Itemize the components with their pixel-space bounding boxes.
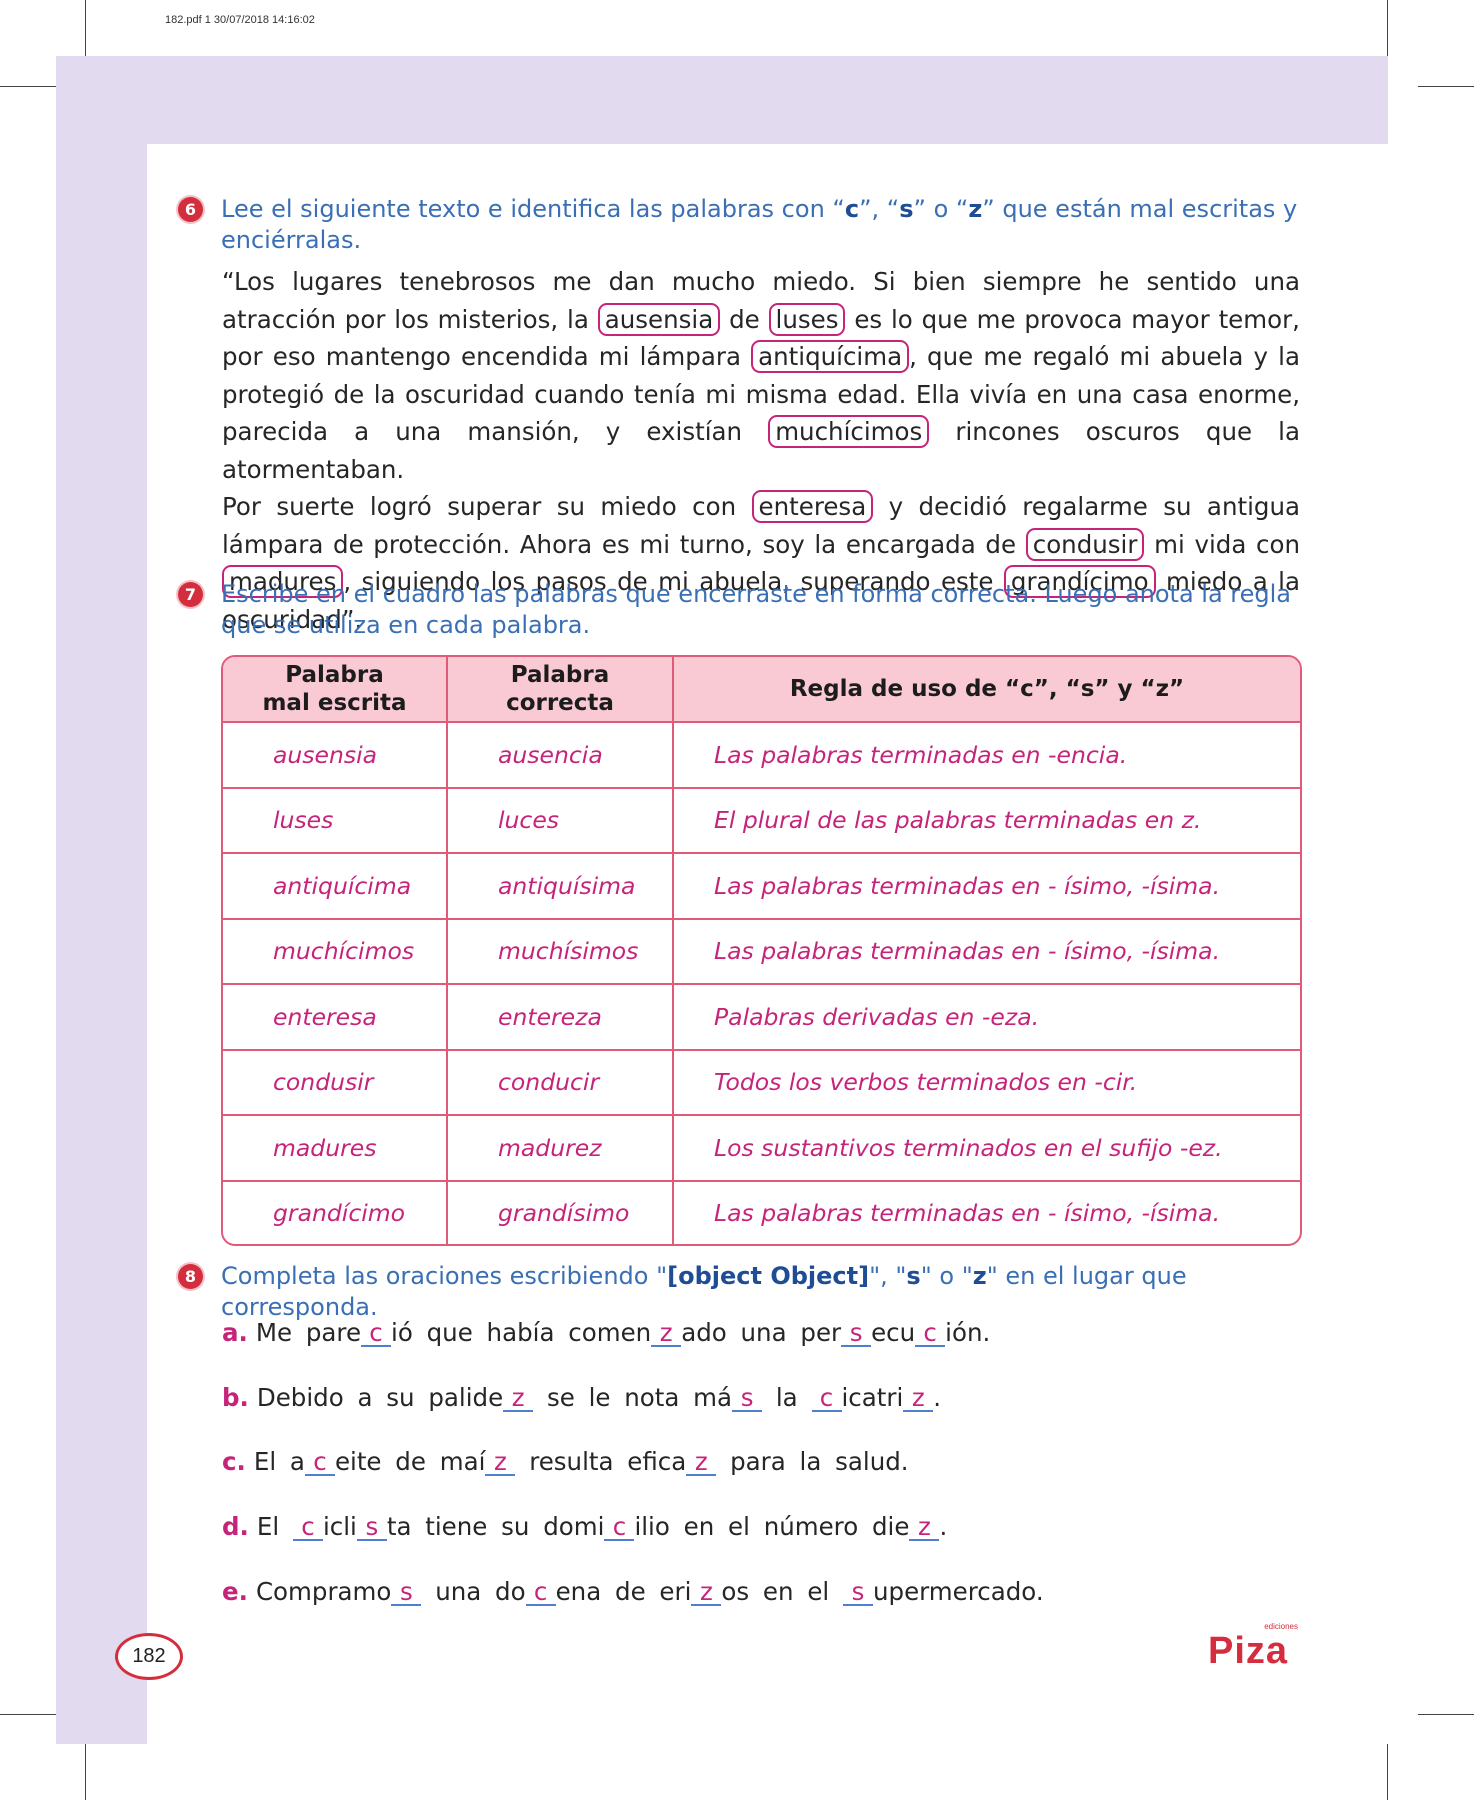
header-correct-word: Palabra correcta: [447, 657, 674, 723]
rule-cell: Palabras derivadas en -eza.: [673, 984, 1300, 1051]
circled-word: antiquícima: [751, 340, 910, 373]
answer-blank[interactable]: c: [604, 1514, 635, 1541]
crop-mark: [85, 0, 86, 56]
answer-blank[interactable]: z: [903, 1385, 934, 1412]
rule-cell: Los sustantivos terminados en el sufijo …: [673, 1115, 1300, 1182]
sentence-e: e. Compramo s una do c ena de eri z os en el s…: [222, 1577, 1044, 1606]
table-row: grandícimo grandísimo Las palabras termina…: [223, 1180, 1300, 1244]
rule-cell: Las palabras terminadas en - ísimo, -ísi…: [714, 1198, 1221, 1227]
wrong-word-cell: muchícimos: [223, 918, 448, 985]
exercise-6-instruction: Lee el siguiente texto e identifica las …: [221, 195, 1298, 254]
sentence-b: b. Debido a su palide z se le nota má s la …: [222, 1383, 942, 1412]
circled-word: enteresa: [751, 490, 874, 523]
crop-mark: [1387, 1744, 1388, 1800]
sentence-a: a. Me pare c ió que había comen z ado una per…: [222, 1318, 991, 1347]
circled-word: condusir: [1025, 527, 1145, 561]
wrong-word-cell: antiquícima: [223, 853, 448, 920]
rule-cell: Las palabras terminadas en - ísimo, -ísi…: [673, 918, 1300, 985]
rule-cell: Las palabras terminadas en -encia.: [673, 722, 1300, 789]
correct-word-cell: entereza: [447, 984, 674, 1051]
answer-blank[interactable]: c: [915, 1320, 946, 1347]
answer-blank[interactable]: z: [503, 1385, 534, 1412]
exercise-8-number: 8: [178, 1264, 203, 1289]
correct-word-cell: muchísimos: [447, 918, 674, 985]
circled-word: luses: [768, 302, 846, 336]
answer-blank[interactable]: z: [909, 1514, 940, 1541]
rule-cell: Las palabras terminadas en - ísimo, -ísi…: [673, 853, 1300, 920]
crop-mark: [1387, 0, 1388, 56]
circled-word: muchícimos: [768, 415, 930, 448]
correct-word-cell: madurez: [447, 1115, 674, 1182]
answer-blank[interactable]: s: [356, 1514, 387, 1541]
wrong-word-cell: condusir: [223, 1049, 448, 1116]
answer-blank[interactable]: c: [292, 1514, 323, 1541]
wrong-word-cell: madures: [223, 1115, 448, 1182]
correct-word-cell: luces: [447, 787, 674, 854]
exercise-7-number: 7: [178, 582, 203, 607]
header-band: [56, 56, 1388, 144]
logo-text: Piza: [1208, 1630, 1289, 1672]
print-metadata: 182.pdf 1 30/07/2018 14:16:02: [165, 14, 315, 26]
table-row: luses luces El plural de las palabras term…: [223, 787, 1300, 854]
publisher-logo: ediciones Piza: [1208, 1622, 1300, 1672]
exercise-7-instruction: Escribe en el cuadro las palabras que en…: [221, 580, 1292, 639]
page-number: 182: [115, 1633, 183, 1680]
table-row: ausensia ausencia Las palabras terminadas …: [223, 722, 1300, 789]
table-row: madures madurez Los sustantivos terminados…: [223, 1115, 1300, 1182]
correct-word-cell: ausencia: [447, 722, 674, 789]
table-row: condusir conducir Todos los verbos termina…: [223, 1049, 1300, 1116]
wrong-word-cell: enteresa: [223, 984, 448, 1051]
answer-blank[interactable]: z: [485, 1449, 516, 1476]
correct-word-cell: antiquísima: [447, 853, 674, 920]
header-rule: Regla de uso de “c”, “s” y “z”: [673, 657, 1300, 723]
table-header-row: Palabra mal escrita Palabra correcta Regla…: [223, 657, 1300, 723]
answer-blank[interactable]: s: [391, 1579, 422, 1606]
table-row: enteresa entereza Palabras derivadas en -e…: [223, 984, 1300, 1051]
margin-band: [56, 56, 147, 1744]
correct-word-cell: grandísimo: [447, 1180, 674, 1244]
answer-blank[interactable]: c: [525, 1579, 556, 1606]
crop-mark: [85, 1744, 86, 1800]
answer-blank[interactable]: z: [691, 1579, 722, 1606]
answer-blank[interactable]: s: [843, 1579, 873, 1606]
wrong-word-cell: ausensia: [223, 722, 448, 789]
rule-cell: El plural de las palabras terminadas en …: [673, 787, 1300, 854]
exercise-6-number: 6: [178, 197, 203, 222]
table-row: muchícimos muchísimos Las palabras termina…: [223, 918, 1300, 985]
answer-blank[interactable]: s: [841, 1320, 872, 1347]
answer-blank[interactable]: z: [686, 1449, 717, 1476]
exercise-8-instruction: Completa las oraciones escribiendo "[obj…: [221, 1262, 1187, 1321]
crop-mark: [0, 1714, 56, 1715]
sentence-c: c. El a c eite de maí z resulta efica z para …: [222, 1447, 909, 1476]
answer-table: Palabra mal escrita Palabra correcta Regla…: [221, 655, 1302, 1246]
answer-blank[interactable]: s: [732, 1385, 763, 1412]
crop-mark: [1418, 1714, 1474, 1715]
rule-cell: Todos los verbos terminados en -cir.: [673, 1049, 1300, 1116]
answer-blank[interactable]: c: [304, 1449, 335, 1476]
crop-mark: [0, 86, 56, 87]
crop-mark: [1418, 86, 1474, 87]
circled-word: ausensia: [597, 302, 721, 336]
correct-word-cell: conducir: [447, 1049, 674, 1116]
answer-blank[interactable]: z: [651, 1320, 682, 1347]
answer-blank[interactable]: c: [811, 1385, 842, 1412]
answer-blank[interactable]: c: [361, 1320, 392, 1347]
wrong-word-cell: grandícimo: [223, 1180, 448, 1244]
sentence-d: d. El c icli s ta tiene su domi c ilio en el n…: [222, 1512, 948, 1541]
table-row: antiquícima antiquísima Las palabras termi…: [223, 853, 1300, 920]
wrong-word-cell: luses: [223, 787, 448, 854]
header-wrong-word: Palabra mal escrita: [223, 657, 448, 723]
